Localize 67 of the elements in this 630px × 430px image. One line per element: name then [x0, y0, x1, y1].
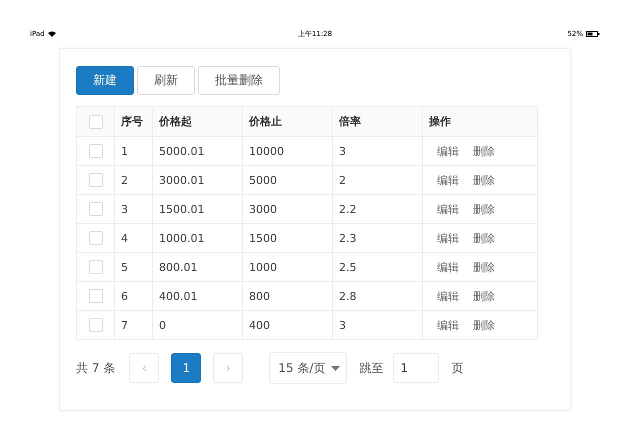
table-cell: 5 — [114, 252, 152, 282]
jump-label: 跳至 — [359, 360, 384, 376]
table-cell: 2 — [114, 166, 152, 194]
table-cell: 3 — [332, 310, 422, 340]
dropdown-caret-icon — [331, 366, 340, 370]
row-checkbox[interactable] — [88, 202, 102, 216]
table-cell: 400.01 — [152, 282, 242, 310]
column-header: 序号 — [114, 106, 152, 136]
table-cell: 2.8 — [332, 282, 422, 310]
edit-link[interactable]: 编辑 — [437, 232, 459, 244]
total-count: 共 7 条 — [76, 360, 116, 376]
table-cell: 1000.01 — [152, 224, 242, 252]
table-cell: 5000 — [242, 166, 332, 194]
table-cell: 5000.01 — [152, 136, 242, 166]
table-cell: 4 — [114, 224, 152, 252]
table-cell: 2.3 — [332, 224, 422, 252]
row-checkbox[interactable] — [88, 231, 102, 245]
table-cell: 6 — [114, 282, 152, 310]
edit-link[interactable]: 编辑 — [437, 144, 459, 158]
edit-link[interactable]: 编辑 — [437, 174, 459, 186]
table-cell: 3000.01 — [152, 166, 242, 194]
new-button[interactable]: 新建 — [76, 66, 134, 95]
table-cell: 1500.01 — [152, 194, 242, 224]
row-checkbox[interactable] — [88, 260, 102, 274]
table-cell: 1000 — [242, 252, 332, 282]
wifi-icon — [48, 31, 56, 37]
delete-link[interactable]: 删除 — [473, 174, 495, 186]
row-checkbox[interactable] — [88, 289, 102, 303]
delete-link[interactable]: 删除 — [473, 232, 495, 244]
column-header: 价格止 — [242, 106, 332, 136]
delete-link[interactable]: 删除 — [473, 290, 495, 302]
page-button[interactable]: 1 — [171, 353, 202, 383]
table-cell: 0 — [152, 310, 242, 340]
delete-link[interactable]: 删除 — [473, 202, 495, 216]
table-cell: 400 — [242, 310, 332, 340]
table-cell: 2.2 — [332, 194, 422, 224]
delete-link[interactable]: 删除 — [473, 144, 495, 158]
page-size-select[interactable]: 15 条/页 — [269, 352, 348, 384]
edit-link[interactable]: 编辑 — [437, 318, 459, 332]
edit-link[interactable]: 编辑 — [437, 290, 459, 302]
table-cell: 3 — [332, 136, 422, 166]
edit-link[interactable]: 编辑 — [437, 202, 459, 216]
page-input-field[interactable]: 1 — [393, 353, 440, 383]
table-cell: 3000 — [242, 194, 332, 224]
select-all-checkbox[interactable] — [88, 114, 102, 128]
table-cell: 7 — [114, 310, 152, 340]
table-cell: 2.5 — [332, 252, 422, 282]
table-cell: 800 — [242, 282, 332, 310]
delete-link[interactable]: 删除 — [473, 260, 495, 274]
row-checkbox[interactable] — [88, 318, 102, 332]
table-cell: 1500 — [242, 224, 332, 252]
toolbar-button[interactable]: 刷新 — [137, 66, 195, 95]
row-checkbox[interactable] — [88, 144, 102, 158]
table-cell: 1 — [114, 136, 152, 166]
toolbar-button[interactable]: 批量删除 — [198, 66, 280, 95]
column-header: 操作 — [422, 106, 538, 136]
column-header: 倍率 — [332, 106, 422, 136]
table-cell: 2 — [332, 166, 422, 194]
table-cell: 10000 — [242, 136, 332, 166]
delete-link[interactable]: 删除 — [473, 318, 495, 332]
column-header: 价格起 — [152, 106, 242, 136]
row-checkbox[interactable] — [88, 173, 102, 187]
table-cell: 3 — [114, 194, 152, 224]
table-cell: 800.01 — [152, 252, 242, 282]
edit-link[interactable]: 编辑 — [437, 260, 459, 274]
page-suffix: 页 — [451, 360, 464, 376]
battery-icon — [586, 31, 600, 37]
